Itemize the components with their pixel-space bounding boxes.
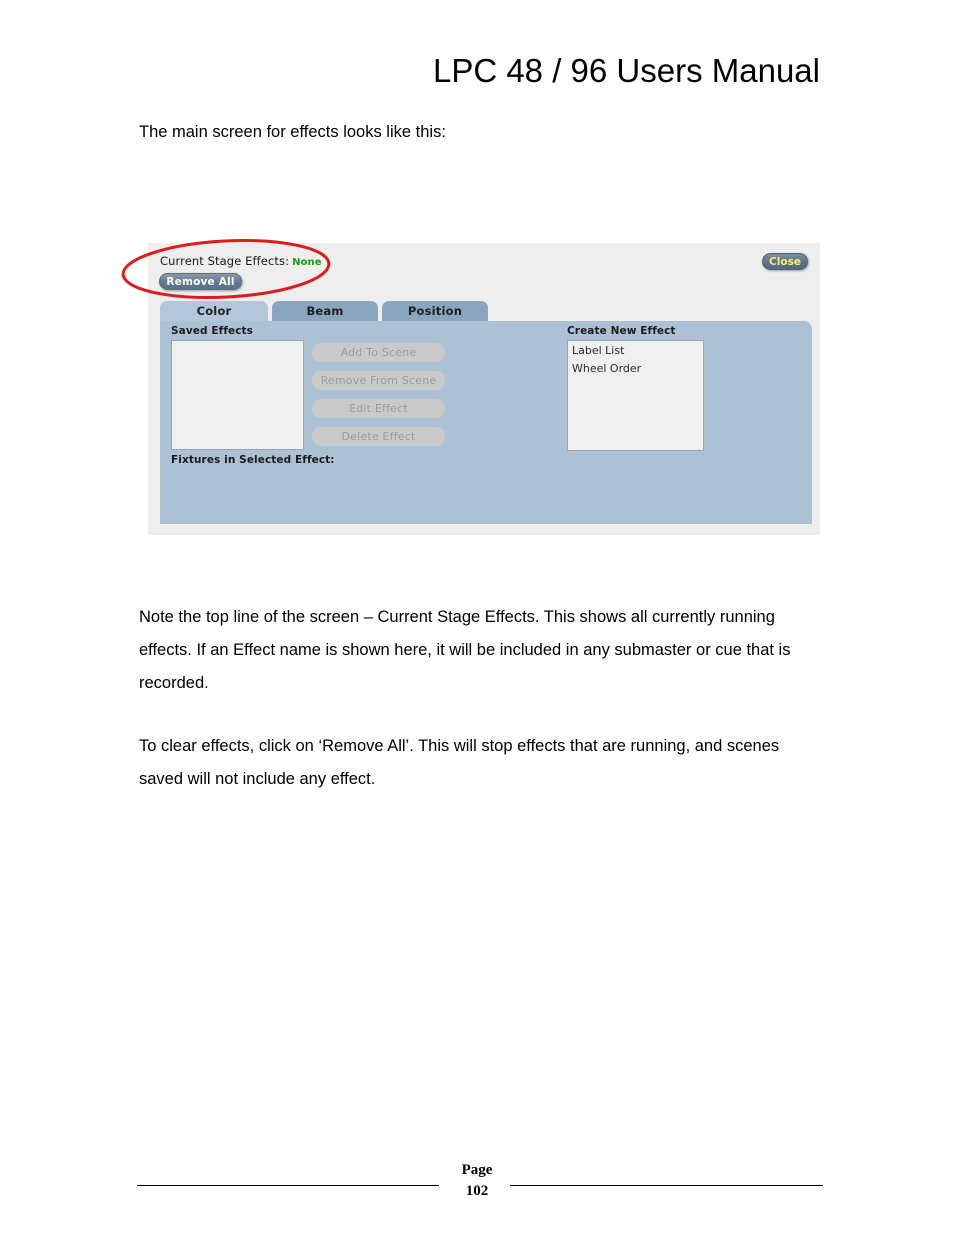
saved-effects-label: Saved Effects (171, 325, 254, 337)
current-stage-effects-value: None (292, 257, 322, 268)
current-stage-effects-status: Current Stage Effects: None (160, 254, 322, 268)
delete-effect-button[interactable]: Delete Effect (312, 427, 445, 446)
current-stage-effects-label: Current Stage Effects: (160, 254, 290, 268)
saved-effects-listbox[interactable] (171, 340, 304, 450)
page-footer: Page 102 (0, 1155, 954, 1215)
page-title: LPC 48 / 96 Users Manual (432, 52, 820, 89)
list-item[interactable]: Label List (568, 341, 703, 359)
edit-effect-button[interactable]: Edit Effect (312, 399, 445, 418)
effects-screen-window: Current Stage Effects: None Remove All Cl… (148, 243, 820, 535)
list-item[interactable]: Wheel Order (568, 359, 703, 377)
close-button[interactable]: Close (762, 253, 808, 270)
color-tab-panel: Saved Effects Add To Scene Remove From S… (160, 321, 812, 524)
remove-from-scene-button[interactable]: Remove From Scene (312, 371, 445, 390)
add-to-scene-button[interactable]: Add To Scene (312, 343, 445, 362)
tab-position[interactable]: Position (382, 301, 488, 321)
footer-page-word: Page (461, 1162, 493, 1178)
tab-beam[interactable]: Beam (272, 301, 378, 321)
remove-all-button[interactable]: Remove All (159, 273, 242, 290)
create-new-effect-listbox[interactable]: Label List Wheel Order (567, 340, 704, 451)
page-number-block: Page 102 (0, 1160, 954, 1202)
intro-line: The main screen for effects looks like t… (139, 123, 446, 141)
tab-color[interactable]: Color (160, 301, 268, 321)
paragraph-2: To clear effects, click on ‘Remove All’.… (139, 737, 780, 788)
paragraph-1: Note the top line of the screen – Curren… (139, 608, 791, 692)
create-new-effect-label: Create New Effect (567, 325, 676, 337)
footer-page-number: 102 (465, 1183, 489, 1199)
fixtures-in-selected-effect-label: Fixtures in Selected Effect: (171, 454, 335, 466)
